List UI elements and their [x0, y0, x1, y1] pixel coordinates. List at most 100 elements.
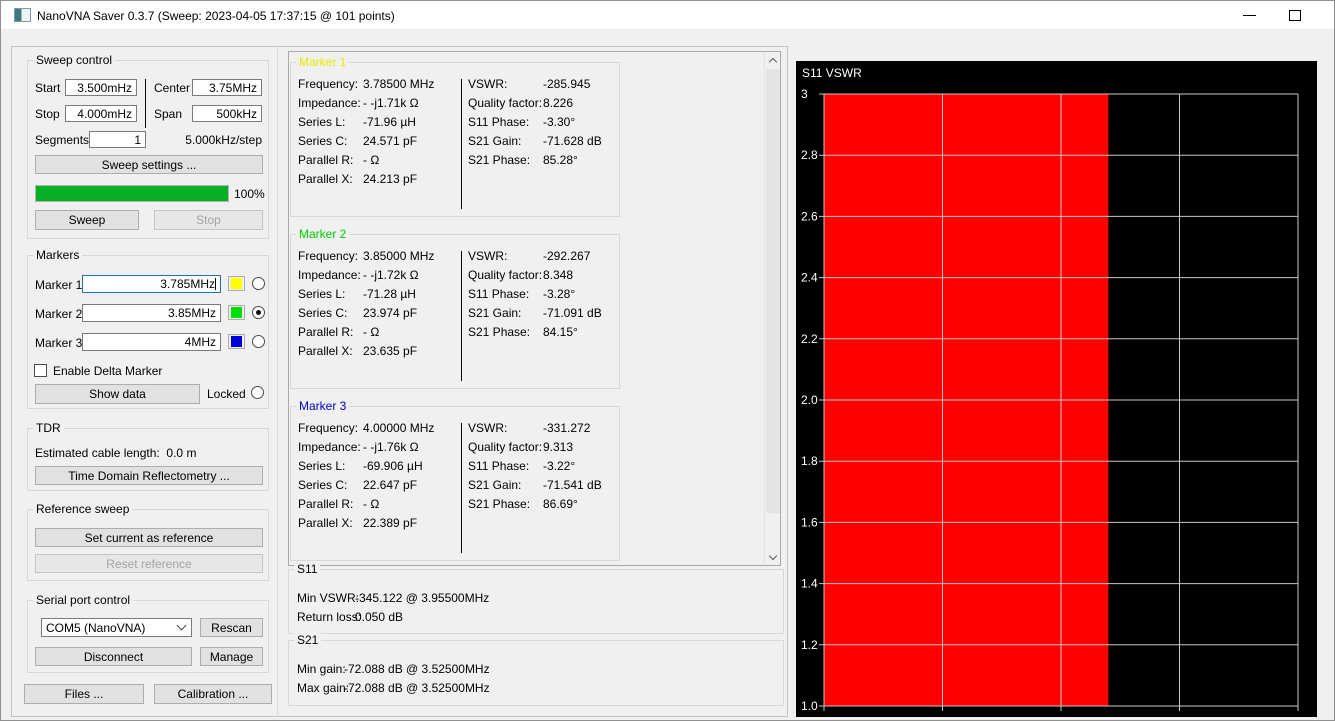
calibration-button[interactable]: Calibration ... — [154, 684, 272, 704]
marker-frequency-input[interactable]: 3.85MHz — [82, 304, 221, 322]
sweep-separator — [145, 79, 146, 128]
detail-value: 23.974 pF — [363, 306, 417, 320]
y-tick-label: 1.2 — [801, 638, 818, 652]
detail-value: -71.091 dB — [543, 306, 602, 320]
detail-label: S21 Gain: — [468, 306, 521, 320]
scrollbar-up-button[interactable] — [765, 52, 780, 68]
progress-percent: 100% — [234, 187, 265, 201]
sweep-settings-button[interactable]: Sweep settings ... — [35, 155, 263, 174]
marker-select-radio[interactable] — [252, 306, 265, 319]
marker-color-button[interactable] — [228, 334, 245, 349]
files-button[interactable]: Files ... — [24, 684, 144, 704]
y-tick-label: 3 — [801, 87, 808, 101]
stop-input[interactable]: 4.000mHz — [65, 105, 137, 122]
maximize-button[interactable] — [1272, 1, 1317, 30]
detail-value: -69.906 µH — [363, 459, 423, 473]
summary-value: -345.122 @ 3.95500MHz — [355, 591, 489, 605]
rescan-button[interactable]: Rescan — [200, 618, 263, 637]
detail-value: - -j1.72k Ω — [363, 268, 419, 282]
marker-color-swatch — [231, 336, 242, 347]
manage-button[interactable]: Manage — [200, 647, 263, 666]
detail-label: S11 Phase: — [468, 459, 529, 473]
detail-value: - Ω — [363, 153, 379, 167]
span-label: Span — [154, 107, 182, 121]
cable-length-value: 0.0 m — [166, 446, 196, 460]
detail-label: Impedance: — [298, 96, 361, 110]
detail-divider — [461, 251, 462, 381]
center-label: Center — [154, 81, 190, 95]
tdr-button[interactable]: Time Domain Reflectometry ... — [35, 466, 263, 485]
set-reference-button[interactable]: Set current as reference — [35, 528, 263, 547]
detail-value: -331.272 — [543, 421, 590, 435]
locked-radio[interactable] — [251, 386, 264, 399]
detail-value: 8.226 — [543, 96, 573, 110]
detail-value: - -j1.76k Ω — [363, 440, 419, 454]
marker-detail-title: Marker 1 — [296, 55, 349, 70]
sweep-control-group: Sweep control Start 3.500mHz Center 3.75… — [27, 60, 269, 239]
detail-label: Impedance: — [298, 268, 361, 282]
detail-value: - Ω — [363, 497, 379, 511]
marker-detail-panel: Marker 1 Frequency: 3.78500 MHz Impedanc… — [290, 62, 620, 217]
detail-label: Impedance: — [298, 440, 361, 454]
locked-label: Locked — [207, 387, 246, 401]
disconnect-button[interactable]: Disconnect — [35, 647, 192, 666]
marker-frequency-input[interactable]: 4MHz — [82, 333, 221, 351]
detail-label: S21 Phase: — [468, 325, 530, 339]
start-input[interactable]: 3.500mHz — [65, 79, 137, 96]
s11-vswr-chart[interactable]: S11 VSWR 32.82.62.42.22.01.81.61.41.21.0 — [796, 61, 1317, 717]
segments-label: Segments — [35, 133, 89, 147]
scrollbar-thumb[interactable] — [766, 69, 780, 513]
detail-label: VSWR: — [468, 421, 507, 435]
s21-summary-group: S21 Min gain: -72.088 dB @ 3.52500MHz Ma… — [288, 640, 784, 706]
detail-label: Series C: — [298, 306, 347, 320]
detail-value: 3.78500 MHz — [363, 77, 434, 91]
detail-divider — [461, 79, 462, 209]
detail-value: 22.389 pF — [363, 516, 417, 530]
sweep-button[interactable]: Sweep — [35, 210, 139, 230]
minimize-icon — [1243, 15, 1256, 16]
summary-value: -72.088 dB @ 3.52500MHz — [344, 662, 490, 676]
segments-input[interactable]: 1 — [89, 131, 146, 148]
detail-value: -292.267 — [543, 249, 590, 263]
detail-value: 22.647 pF — [363, 478, 417, 492]
detail-value: -71.28 µH — [363, 287, 416, 301]
cable-length-label: Estimated cable length: 0.0 m — [35, 446, 196, 460]
scrollbar-down-button[interactable] — [765, 549, 780, 565]
detail-label: S21 Gain: — [468, 478, 521, 492]
span-input[interactable]: 500kHz — [192, 105, 262, 122]
y-tick-label: 1.6 — [801, 515, 818, 529]
stop-button[interactable]: Stop — [154, 210, 263, 230]
summary-label: Max gain: — [297, 681, 349, 695]
detail-value: 24.571 pF — [363, 134, 417, 148]
vertical-scrollbar[interactable] — [764, 52, 780, 565]
detail-label: Frequency: — [298, 421, 358, 435]
summary-label: Min gain: — [297, 662, 346, 676]
y-tick-label: 2.0 — [801, 393, 818, 407]
detail-value: -3.22° — [543, 459, 575, 473]
window-title: NanoVNA Saver 0.3.7 (Sweep: 2023-04-05 1… — [37, 9, 395, 23]
y-tick-label: 1.4 — [801, 577, 818, 591]
app-window: NanoVNA Saver 0.3.7 (Sweep: 2023-04-05 1… — [0, 0, 1335, 721]
delta-marker-checkbox[interactable] — [34, 364, 47, 377]
reset-reference-button[interactable]: Reset reference — [35, 554, 263, 573]
chart-canvas[interactable]: 32.82.62.42.22.01.81.61.41.21.0 — [796, 61, 1317, 717]
show-data-button[interactable]: Show data — [35, 384, 200, 404]
y-tick-label: 1.0 — [801, 699, 818, 713]
summary-label: Return loss: — [297, 610, 361, 624]
center-input[interactable]: 3.75MHz — [192, 79, 262, 96]
y-tick-label: 2.4 — [801, 271, 818, 285]
marker-frequency-input[interactable]: 3.785MHz — [82, 275, 221, 293]
marker-color-button[interactable] — [228, 305, 245, 320]
tdr-group: TDR Estimated cable length: 0.0 m Time D… — [27, 428, 269, 491]
marker-select-radio[interactable] — [252, 335, 265, 348]
marker-color-button[interactable] — [228, 276, 245, 291]
detail-value: 85.28° — [543, 153, 578, 167]
progress-fill — [36, 186, 228, 201]
serial-port-select[interactable]: COM5 (NanoVNA) — [41, 618, 192, 637]
marker-select-radio[interactable] — [252, 277, 265, 290]
detail-value: -71.541 dB — [543, 478, 602, 492]
maximize-icon — [1289, 10, 1301, 21]
detail-value: 8.348 — [543, 268, 573, 282]
sweep-control-title: Sweep control — [33, 53, 115, 68]
minimize-button[interactable] — [1227, 1, 1272, 30]
